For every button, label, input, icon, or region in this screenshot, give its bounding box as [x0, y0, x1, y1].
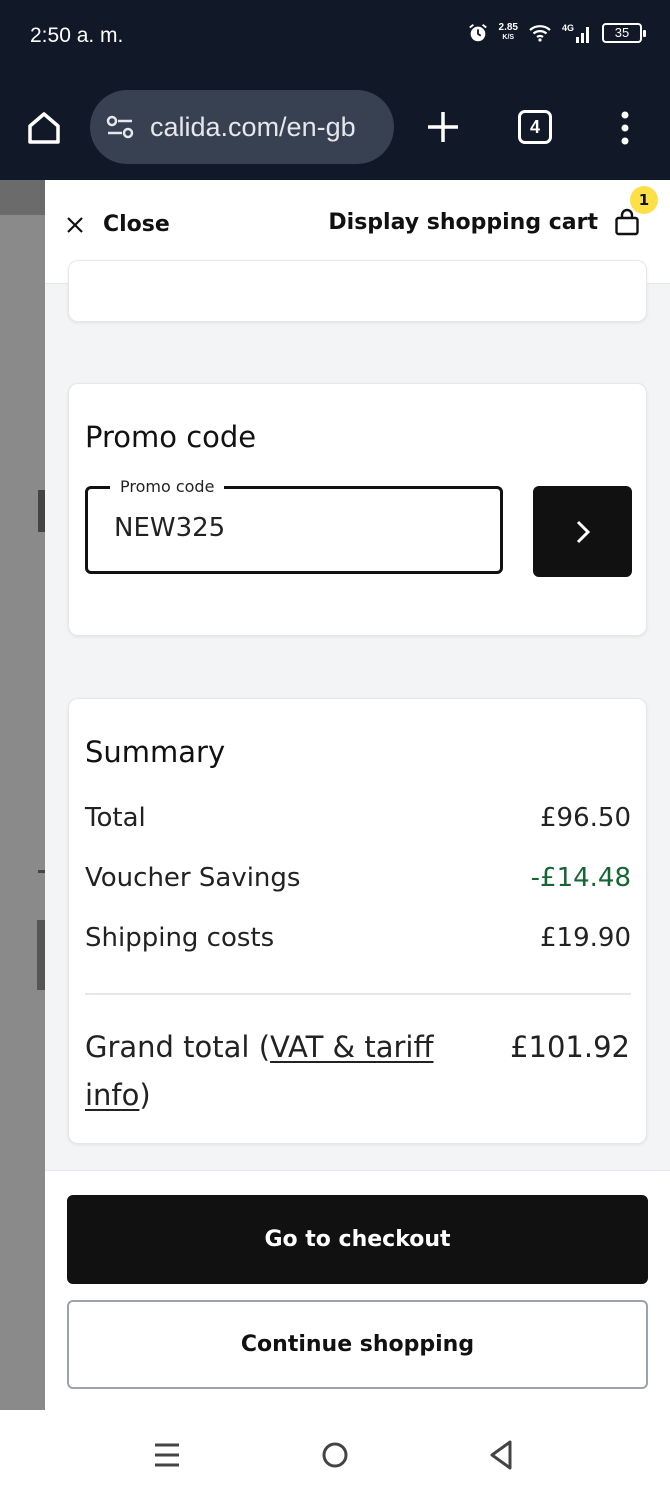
- cart-count-badge: 1: [630, 186, 658, 214]
- home-circle-icon[interactable]: [320, 1440, 350, 1470]
- close-label: Close: [103, 212, 170, 237]
- battery-icon: 35: [602, 23, 646, 43]
- cart-label: Display shopping cart: [328, 209, 598, 235]
- grand-total-value: £101.92: [510, 1030, 630, 1064]
- grand-total-suffix: ): [139, 1078, 151, 1112]
- back-icon[interactable]: [486, 1438, 516, 1472]
- status-time: 2:50 a. m.: [30, 24, 124, 47]
- battery-level: 35: [614, 25, 630, 40]
- home-icon[interactable]: [24, 108, 64, 148]
- url-text[interactable]: calida.com/en-gb: [150, 112, 356, 143]
- address-bar[interactable]: calida.com/en-gb: [90, 90, 394, 164]
- backdrop-fragment: [38, 870, 45, 873]
- cart-drawer: Close Display shopping cart 1 Promo code…: [45, 180, 670, 1410]
- continue-shopping-button[interactable]: Continue shopping: [67, 1300, 648, 1389]
- promo-code-card: Promo code Promo code: [68, 383, 647, 636]
- system-nav-bar: [0, 1410, 670, 1500]
- more-menu-icon[interactable]: [612, 108, 638, 148]
- browser-toolbar: calida.com/en-gb 4: [0, 78, 670, 180]
- display-cart-link[interactable]: Display shopping cart 1: [328, 186, 658, 236]
- promo-code-field[interactable]: Promo code: [85, 477, 503, 574]
- grand-total-prefix: Grand total (: [85, 1030, 271, 1064]
- tune-icon[interactable]: [104, 113, 136, 141]
- status-icons: 2.85 K/S 4G 35: [467, 22, 646, 44]
- shopping-bag-icon: [615, 208, 639, 236]
- drawer-footer: Go to checkout Continue shopping: [45, 1170, 670, 1410]
- wifi-icon: [529, 25, 551, 42]
- summary-title: Summary: [85, 735, 226, 769]
- total-value: £96.50: [540, 803, 631, 833]
- recents-icon[interactable]: [152, 1440, 182, 1470]
- status-bar: 2:50 a. m. 2.85 K/S 4G 35: [0, 0, 670, 78]
- network-speed: 2.85 K/S: [499, 23, 518, 43]
- summary-divider: [85, 993, 631, 995]
- promo-code-input[interactable]: [114, 513, 474, 543]
- chevron-right-icon: [576, 520, 590, 543]
- apply-promo-button[interactable]: [533, 486, 632, 577]
- cart-items-card: [68, 260, 647, 322]
- grand-total-label: Grand total (VAT & tariff info): [85, 1023, 445, 1119]
- tab-count: 4: [529, 117, 540, 137]
- alarm-icon: [468, 24, 487, 42]
- close-button[interactable]: Close: [65, 212, 170, 237]
- backdrop-strip: [0, 180, 45, 215]
- network-speed-value: 2.85: [498, 22, 518, 33]
- shipping-costs-label: Shipping costs: [85, 923, 275, 953]
- signal-icon: 4G: [562, 23, 589, 43]
- close-icon: [67, 216, 83, 233]
- promo-code-title: Promo code: [85, 420, 257, 454]
- cart-icon-wrapper: 1: [614, 186, 658, 236]
- promo-code-field-label: Promo code: [110, 477, 225, 496]
- voucher-savings-value: -£14.48: [530, 863, 631, 893]
- summary-card: Summary Total £96.50 Voucher Savings -£1…: [68, 698, 647, 1144]
- network-type: 4G: [562, 23, 574, 33]
- tab-switcher-button[interactable]: 4: [518, 110, 552, 144]
- voucher-savings-label: Voucher Savings: [85, 863, 301, 893]
- network-speed-unit: K/S: [502, 34, 515, 41]
- new-tab-icon[interactable]: [424, 108, 462, 146]
- shipping-costs-value: £19.90: [540, 923, 631, 953]
- go-to-checkout-button[interactable]: Go to checkout: [67, 1195, 648, 1284]
- backdrop-fragment: [37, 920, 45, 990]
- total-label: Total: [85, 803, 146, 833]
